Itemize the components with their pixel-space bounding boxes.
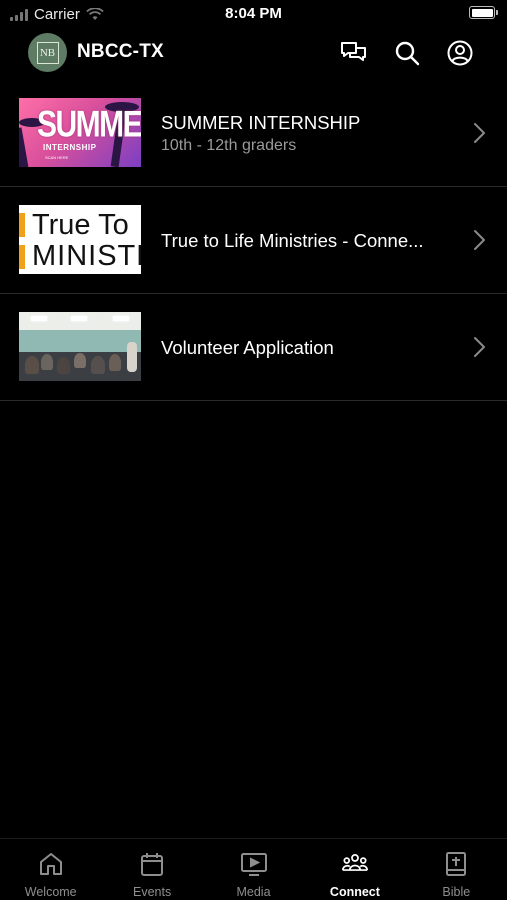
connect-list: SUMMER INTERNSHIP SCAN HERE SUMMER INTER… xyxy=(0,80,507,401)
tab-label: Media xyxy=(236,885,271,899)
thumbnail-summer-text: SUMMER xyxy=(37,103,141,145)
church-logo[interactable]: NB xyxy=(28,33,67,72)
logo-mark: NB xyxy=(36,41,59,64)
bible-icon xyxy=(446,852,467,876)
account-icon[interactable] xyxy=(446,39,474,67)
volunteer-application-thumbnail xyxy=(19,312,141,381)
search-icon[interactable] xyxy=(393,39,421,67)
app-title: NBCC-TX xyxy=(77,41,164,62)
chat-icon[interactable] xyxy=(339,39,367,67)
battery-icon xyxy=(469,6,498,19)
thumbnail-line1: True To xyxy=(32,209,129,241)
tab-media[interactable]: Media xyxy=(203,839,304,900)
list-item-volunteer-application[interactable]: Volunteer Application xyxy=(0,294,507,401)
summer-internship-thumbnail: SUMMER INTERNSHIP SCAN HERE xyxy=(19,98,141,167)
home-icon xyxy=(39,853,62,875)
tab-welcome[interactable]: Welcome xyxy=(0,839,101,900)
tab-label: Welcome xyxy=(24,885,77,899)
list-item-true-to-life[interactable]: True To MINISTR True to Life Ministries … xyxy=(0,187,507,294)
people-icon xyxy=(341,854,368,871)
app-header: NB NBCC-TX xyxy=(0,28,507,80)
status-bar: Carrier 8:04 PM xyxy=(0,0,507,28)
tab-connect[interactable]: Connect xyxy=(304,839,405,900)
tab-events[interactable]: Events xyxy=(101,839,202,900)
thumbnail-internship-text: INTERNSHIP xyxy=(43,143,97,152)
item-title: True to Life Ministries - Conne... xyxy=(161,230,424,251)
list-item-summer-internship[interactable]: SUMMER INTERNSHIP SCAN HERE SUMMER INTER… xyxy=(0,80,507,187)
tab-label: Events xyxy=(133,885,172,899)
tab-label: Bible xyxy=(442,885,471,899)
calendar-icon xyxy=(141,853,164,876)
chevron-right-icon xyxy=(474,230,485,250)
item-title: Volunteer Application xyxy=(161,337,334,358)
item-title: SUMMER INTERNSHIP xyxy=(161,112,361,133)
thumbnail-line2: MINISTR xyxy=(32,240,141,272)
true-to-life-thumbnail: True To MINISTR xyxy=(19,205,141,274)
chevron-right-icon xyxy=(474,337,485,357)
bottom-tab-bar: Welcome Events Media Connect Bible xyxy=(0,838,507,900)
thumbnail-scan-text: SCAN HERE xyxy=(45,155,69,160)
status-time: 8:04 PM xyxy=(225,5,282,22)
item-subtitle: 10th - 12th graders xyxy=(161,137,297,154)
tab-bible[interactable]: Bible xyxy=(406,839,507,900)
tab-label: Connect xyxy=(329,885,380,899)
chevron-right-icon xyxy=(474,123,485,143)
media-play-icon xyxy=(240,853,267,876)
